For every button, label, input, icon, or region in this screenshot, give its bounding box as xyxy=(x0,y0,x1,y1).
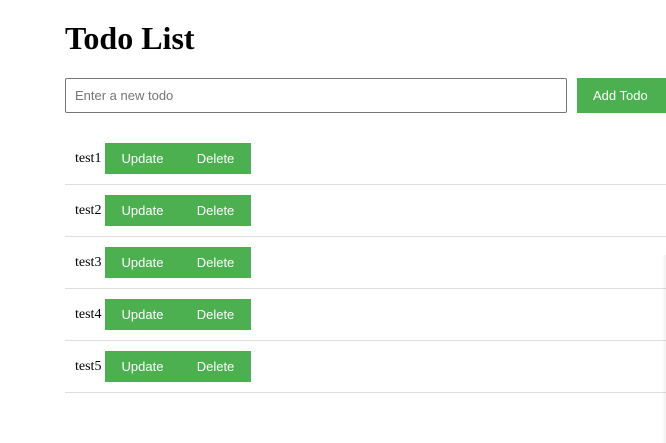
delete-button[interactable]: Delete xyxy=(180,351,251,382)
todo-text: test3 xyxy=(75,255,102,270)
todo-item: test3 Update Delete xyxy=(65,237,666,289)
todo-text: test5 xyxy=(75,359,102,374)
todo-item: test2 Update Delete xyxy=(65,185,666,237)
todo-item: test4 Update Delete xyxy=(65,289,666,341)
todo-actions: Update Delete xyxy=(105,195,251,226)
todo-actions: Update Delete xyxy=(105,299,251,330)
add-todo-button[interactable]: Add Todo xyxy=(577,78,666,113)
update-button[interactable]: Update xyxy=(105,195,180,226)
delete-button[interactable]: Delete xyxy=(180,247,251,278)
todo-list: test1 Update Delete test2 Update Delete … xyxy=(65,133,666,393)
todo-text: test1 xyxy=(75,151,102,166)
todo-item: test5 Update Delete xyxy=(65,341,666,393)
update-button[interactable]: Update xyxy=(105,247,180,278)
todo-text: test4 xyxy=(75,307,102,322)
update-button[interactable]: Update xyxy=(105,143,180,174)
todo-item: test1 Update Delete xyxy=(65,133,666,185)
update-button[interactable]: Update xyxy=(105,351,180,382)
todo-actions: Update Delete xyxy=(105,247,251,278)
delete-button[interactable]: Delete xyxy=(180,143,251,174)
add-todo-form: Add Todo xyxy=(65,78,666,113)
todo-actions: Update Delete xyxy=(105,351,251,382)
update-button[interactable]: Update xyxy=(105,299,180,330)
scrollbar-edge-shadow xyxy=(662,255,666,443)
delete-button[interactable]: Delete xyxy=(180,299,251,330)
page-title: Todo List xyxy=(65,20,195,56)
todo-text: test2 xyxy=(75,203,102,218)
delete-button[interactable]: Delete xyxy=(180,195,251,226)
new-todo-input[interactable] xyxy=(65,78,567,113)
todo-actions: Update Delete xyxy=(105,143,251,174)
